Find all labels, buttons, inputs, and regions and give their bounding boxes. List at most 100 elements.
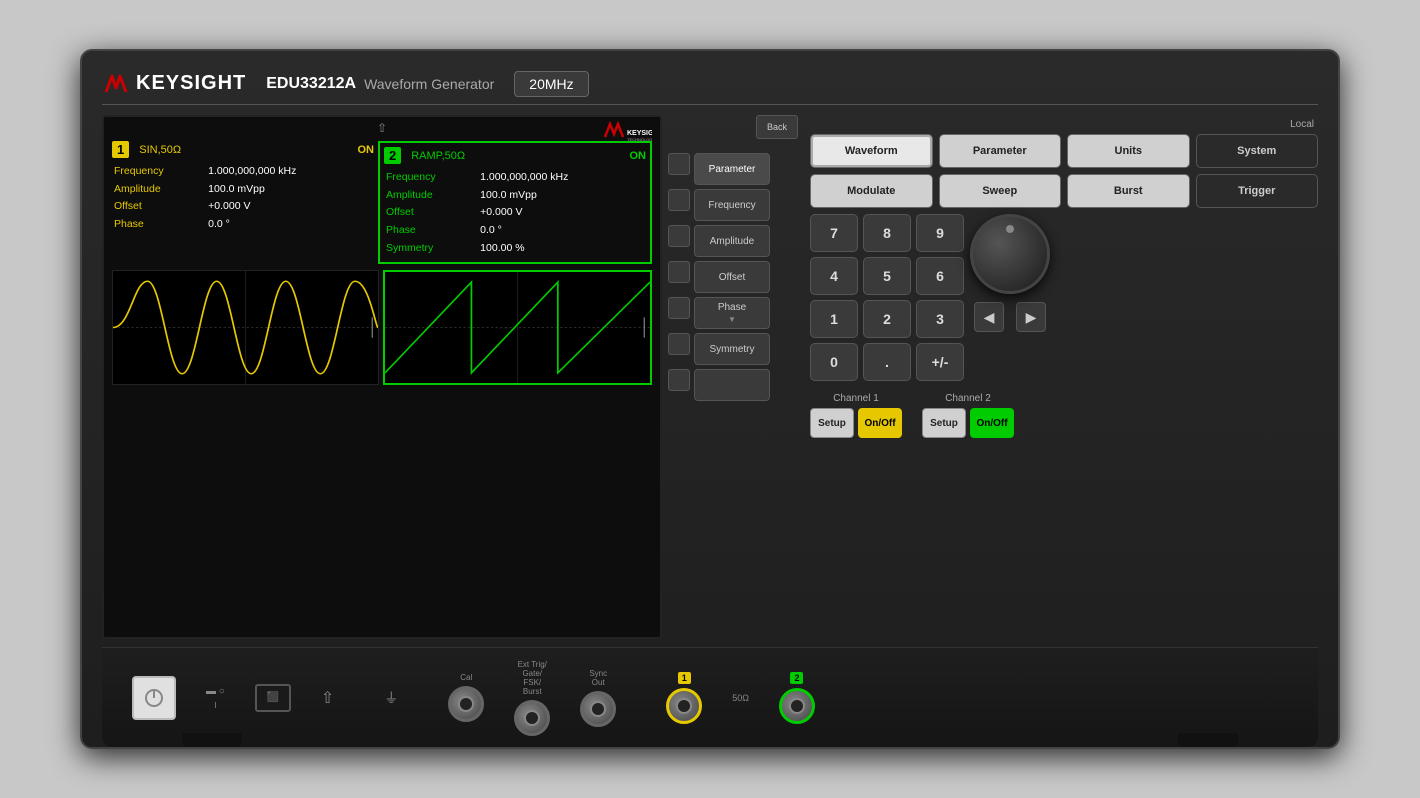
right-arrow-button[interactable]: ▶ bbox=[1016, 302, 1046, 332]
ch2-number: 2 bbox=[384, 147, 401, 164]
soft-btn-offset[interactable] bbox=[668, 261, 690, 283]
soft-btn-frequency[interactable] bbox=[668, 189, 690, 211]
controls-panel: Local Waveform Parameter Units System Mo… bbox=[810, 115, 1318, 639]
cal-bnc[interactable] bbox=[448, 686, 484, 722]
keysight-screen-logo: KEYSIGHT TECHNOLOGIES bbox=[602, 121, 652, 141]
ch2-status: ON bbox=[630, 150, 647, 162]
key-4[interactable]: 4 bbox=[810, 257, 858, 295]
usb-port[interactable]: ⬛ bbox=[255, 684, 291, 712]
soft-btn-amplitude[interactable] bbox=[668, 225, 690, 247]
parameter-button[interactable]: Parameter bbox=[939, 134, 1062, 168]
key-7[interactable]: 7 bbox=[810, 214, 858, 252]
menu-row-extra bbox=[668, 369, 798, 401]
navigation-arrows: ◀ ▶ bbox=[974, 302, 1046, 332]
instrument-body: KEYSIGHT EDU33212A Waveform Generator 20… bbox=[80, 49, 1340, 749]
system-button[interactable]: System bbox=[1196, 134, 1319, 168]
key-5[interactable]: 5 bbox=[863, 257, 911, 295]
key-2[interactable]: 2 bbox=[863, 300, 911, 338]
main-content: ⇧ KEYSIGHT TECHNOLOGIES bbox=[102, 115, 1318, 639]
menu-item-extra[interactable] bbox=[694, 369, 770, 401]
ch2-bnc[interactable] bbox=[779, 688, 815, 724]
sweep-button[interactable]: Sweep bbox=[939, 174, 1062, 208]
numpad-row-2: 4 5 6 bbox=[810, 257, 964, 295]
key-1[interactable]: 1 bbox=[810, 300, 858, 338]
frequency-display: 20MHz bbox=[514, 71, 588, 97]
channels-info-row: 1 SIN,50Ω ON Frequency 1.000,000,000 kHz bbox=[112, 141, 652, 264]
menu-row-frequency: Frequency bbox=[668, 189, 798, 221]
display-area: ⇧ KEYSIGHT TECHNOLOGIES bbox=[102, 115, 798, 639]
soft-btn-symmetry[interactable] bbox=[668, 333, 690, 355]
ch2-sym-value: 100.00 % bbox=[480, 241, 644, 257]
power-button[interactable] bbox=[132, 676, 176, 720]
key-dot[interactable]: . bbox=[863, 343, 911, 381]
right-panel: Back Parameter Frequency Amplitude bbox=[668, 115, 798, 639]
ch1-buttons: Setup On/Off bbox=[810, 408, 902, 438]
numpad-row-4: 0 . +/- bbox=[810, 343, 964, 381]
soft-btn-extra[interactable] bbox=[668, 369, 690, 391]
power-symbol-i-label: I bbox=[214, 701, 216, 710]
logo-icon bbox=[102, 72, 130, 96]
numpad: 7 8 9 4 5 6 1 2 3 0 bbox=[810, 214, 964, 381]
ch2-control-label: Channel 2 bbox=[945, 393, 991, 404]
burst-button[interactable]: Burst bbox=[1067, 174, 1190, 208]
ch1-control-label: Channel 1 bbox=[833, 393, 879, 404]
bottom-panel: ▬ ○ I ⬛ ⇧ ⏚ Cal Ext Trig/Gate/FSK/Burst bbox=[102, 647, 1318, 747]
rotary-knob[interactable] bbox=[970, 214, 1050, 294]
ch1-waveform bbox=[112, 270, 379, 385]
sync-out-bnc[interactable] bbox=[580, 691, 616, 727]
ch2-badge: 2 bbox=[790, 672, 803, 684]
back-button[interactable]: Back bbox=[756, 115, 798, 139]
modulate-button[interactable]: Modulate bbox=[810, 174, 933, 208]
key-plusminus[interactable]: +/- bbox=[916, 343, 964, 381]
soft-btn-parameter[interactable] bbox=[668, 153, 690, 175]
ch1-control: Channel 1 Setup On/Off bbox=[810, 393, 902, 438]
model-number: EDU33212A bbox=[266, 75, 356, 93]
ch2-offset-value: +0.000 V bbox=[480, 205, 644, 221]
knob-area: ◀ ▶ bbox=[970, 214, 1050, 332]
ch2-offset-label: Offset bbox=[386, 205, 478, 221]
units-button[interactable]: Units bbox=[1067, 134, 1190, 168]
keysight-mini-logo: KEYSIGHT TECHNOLOGIES bbox=[602, 121, 652, 141]
numpad-row-3: 1 2 3 bbox=[810, 300, 964, 338]
ch2-amp-value: 100.0 mVpp bbox=[480, 188, 644, 204]
menu-item-phase[interactable]: Phase ▼ bbox=[694, 297, 770, 329]
key-6[interactable]: 6 bbox=[916, 257, 964, 295]
ch1-info: 1 SIN,50Ω ON Frequency 1.000,000,000 kHz bbox=[112, 141, 374, 264]
ch2-control: Channel 2 Setup On/Off bbox=[922, 393, 1014, 438]
device-type: Waveform Generator bbox=[364, 76, 494, 92]
left-arrow-button[interactable]: ◀ bbox=[974, 302, 1004, 332]
ch1-impedance: 50Ω bbox=[732, 693, 749, 703]
ch1-header: 1 SIN,50Ω ON bbox=[112, 141, 374, 158]
ch2-onoff-button[interactable]: On/Off bbox=[970, 408, 1014, 438]
top-bar: KEYSIGHT EDU33212A Waveform Generator 20… bbox=[102, 63, 1318, 105]
power-icon bbox=[142, 686, 166, 710]
ch1-setup-button[interactable]: Setup bbox=[810, 408, 854, 438]
cal-bnc-inner bbox=[458, 696, 474, 712]
soft-btn-phase[interactable] bbox=[668, 297, 690, 319]
key-3[interactable]: 3 bbox=[916, 300, 964, 338]
ch2-phase-label: Phase bbox=[386, 223, 478, 239]
phase-label: Phase bbox=[718, 302, 746, 313]
back-btn-row: Back bbox=[668, 115, 798, 145]
menu-item-symmetry[interactable]: Symmetry bbox=[694, 333, 770, 365]
main-screen: ⇧ KEYSIGHT TECHNOLOGIES bbox=[102, 115, 662, 639]
key-0[interactable]: 0 bbox=[810, 343, 858, 381]
menu-row-offset: Offset bbox=[668, 261, 798, 293]
menu-item-parameter[interactable]: Parameter bbox=[694, 153, 770, 185]
ch1-bnc[interactable] bbox=[666, 688, 702, 724]
ch1-number: 1 bbox=[112, 141, 129, 158]
ch1-onoff-button[interactable]: On/Off bbox=[858, 408, 902, 438]
ch2-phase-value: 0.0 ° bbox=[480, 223, 644, 239]
menu-item-offset[interactable]: Offset bbox=[694, 261, 770, 293]
brand-name: KEYSIGHT bbox=[136, 72, 246, 95]
waveform-button[interactable]: Waveform bbox=[810, 134, 933, 168]
key-9[interactable]: 9 bbox=[916, 214, 964, 252]
key-8[interactable]: 8 bbox=[863, 214, 911, 252]
ch2-buttons: Setup On/Off bbox=[922, 408, 1014, 438]
menu-item-amplitude[interactable]: Amplitude bbox=[694, 225, 770, 257]
usb-device-symbol: ⇧ bbox=[321, 688, 334, 708]
ch1-freq-value: 1.000,000,000 kHz bbox=[208, 164, 372, 180]
menu-item-frequency[interactable]: Frequency bbox=[694, 189, 770, 221]
trigger-button[interactable]: Trigger bbox=[1196, 174, 1319, 208]
ch2-setup-button[interactable]: Setup bbox=[922, 408, 966, 438]
